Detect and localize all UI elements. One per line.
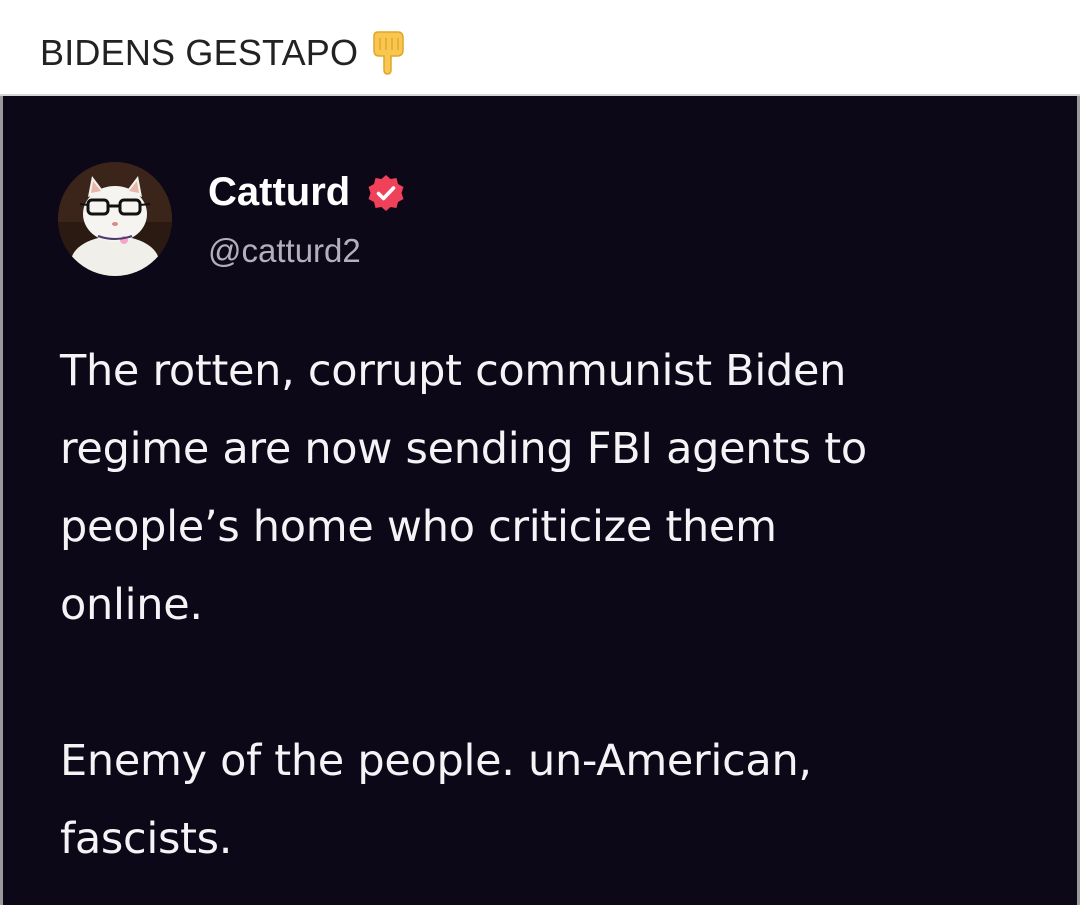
tweet-text: The rotten, corrupt communist Biden regi… — [60, 332, 1050, 878]
tweet-screenshot: Catturd @catturd2 The rotten, corrupt co… — [0, 96, 1080, 905]
cat-with-glasses-avatar — [58, 162, 172, 276]
tweet-paragraph: Enemy of the people. un-American, fascis… — [60, 736, 812, 864]
post-title: BIDENS GESTAPO — [40, 29, 408, 77]
avatar[interactable] — [58, 162, 172, 276]
display-name-text[interactable]: Catturd — [208, 170, 350, 215]
image-border-left — [0, 96, 3, 905]
pointing-down-icon — [368, 30, 408, 76]
tweet-paragraph: The rotten, corrupt communist Biden regi… — [60, 346, 867, 630]
verified-badge-icon — [366, 173, 406, 213]
post-title-text: BIDENS GESTAPO — [40, 32, 359, 73]
user-handle[interactable]: @catturd2 — [208, 232, 361, 270]
display-name[interactable]: Catturd — [208, 170, 406, 215]
post-header: BIDENS GESTAPO — [0, 0, 1080, 94]
